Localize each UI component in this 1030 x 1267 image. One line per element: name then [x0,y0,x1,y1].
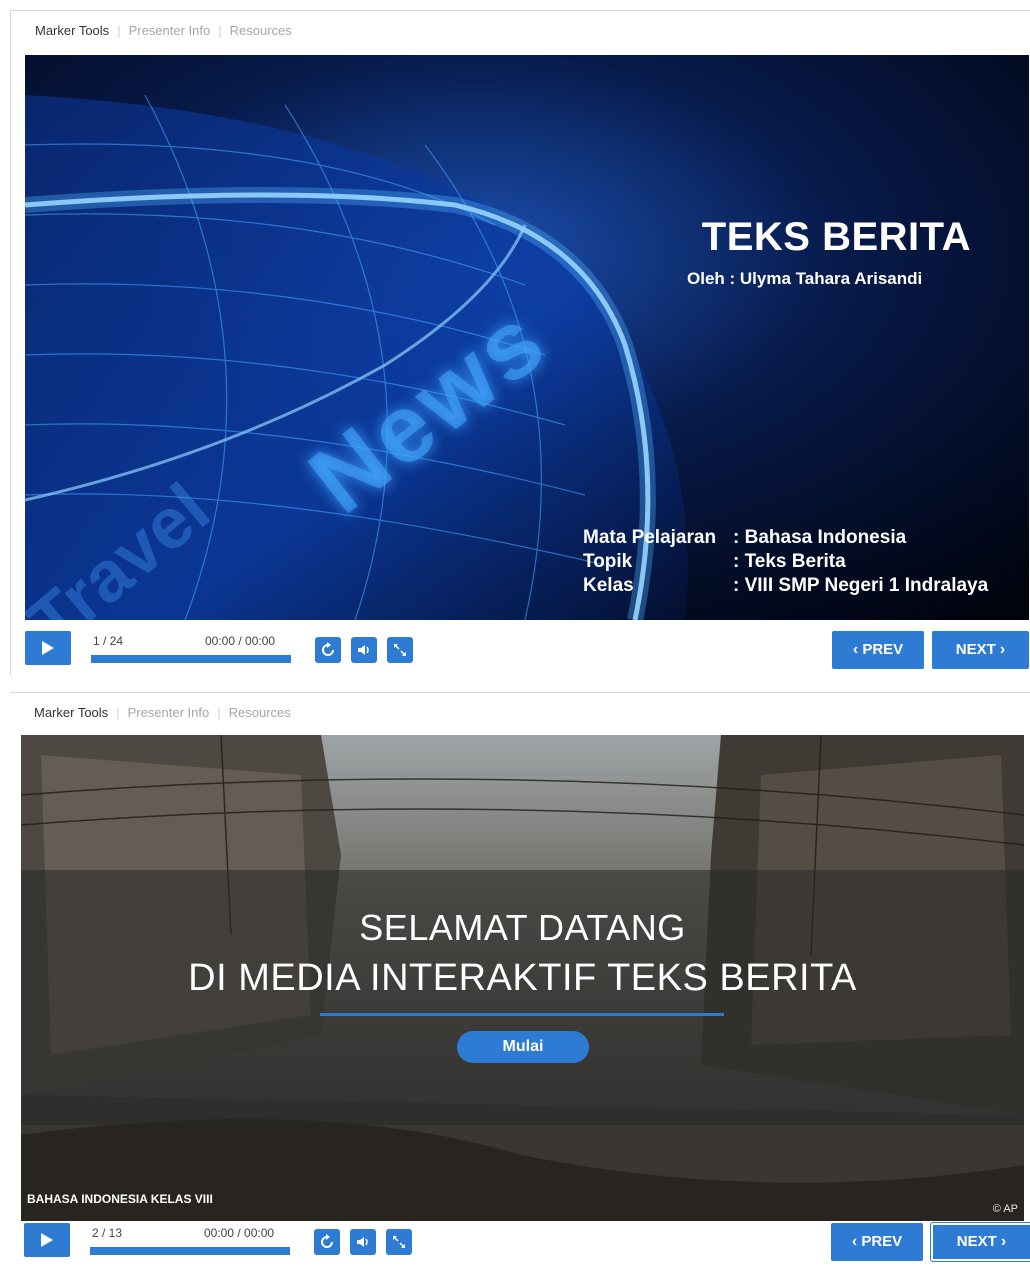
progress-fill [91,655,291,663]
progress-bar[interactable] [91,655,291,663]
next-label: NEXT [956,1233,997,1250]
progress-fill [90,1247,290,1255]
fullscreen-icon [394,644,406,656]
next-label: NEXT [955,641,996,658]
info-row: Topik: Teks Berita [583,551,846,572]
replay-icon [321,1234,333,1248]
replay-icon [322,642,334,656]
chevron-left-icon: ‹ [852,641,859,658]
slide-title: TEKS BERITA [701,215,971,259]
tab-resources[interactable]: Resources [229,705,291,720]
prev-label: PREV [862,641,904,658]
chevron-left-icon: ‹ [851,1233,858,1250]
play-icon [42,641,54,655]
title-divider [320,1013,724,1016]
player-tabs: Marker Tools | Presenter Info | Resources [34,705,291,720]
control-bar: 1 / 24 00:00 / 00:00 ‹ PREV NEXT › [25,631,1029,671]
slide-area: News Travel TEKS BERITA Oleh : Ulyma Tah… [25,55,1029,620]
prev-button[interactable]: ‹ PREV [831,1223,923,1261]
time-display: 00:00 / 00:00 [204,1226,275,1240]
play-icon [41,1233,53,1247]
play-button[interactable] [25,631,71,665]
slide-counter: 2 / 13 [92,1226,123,1240]
photo-credit: © AP [992,1203,1018,1215]
slide-author: Oleh : Ulyma Tahara Arisandi [687,269,923,288]
volume-icon [358,645,369,655]
next-button[interactable]: NEXT › [932,631,1029,669]
fullscreen-button[interactable] [387,637,413,663]
time-display: 00:00 / 00:00 [205,634,276,648]
slide-info: Mata Pelajaran: Bahasa Indonesia Topik: … [583,526,988,598]
control-bar: 2 / 13 00:00 / 00:00 ‹ PREV NEXT › [24,1223,1030,1263]
chevron-right-icon: › [1000,1233,1007,1250]
welcome-line-2: DI MEDIA INTERAKTIF TEKS BERITA [188,957,857,999]
prev-button[interactable]: ‹ PREV [832,631,924,669]
next-button[interactable]: NEXT › [931,1223,1030,1261]
tab-resources[interactable]: Resources [230,23,292,38]
slide-footer: BAHASA INDONESIA KELAS VIII [27,1192,213,1206]
info-row: Mata Pelajaran: Bahasa Indonesia [583,527,907,548]
fullscreen-button[interactable] [386,1229,412,1255]
slide-counter: 1 / 24 [93,634,124,648]
prev-label: PREV [861,1233,903,1250]
tab-marker-tools[interactable]: Marker Tools [34,705,108,720]
replay-button[interactable] [315,637,341,663]
welcome-line-1: SELAMAT DATANG [359,907,686,948]
tab-presenter-info[interactable]: Presenter Info [128,705,210,720]
replay-button[interactable] [314,1229,340,1255]
tab-marker-tools[interactable]: Marker Tools [35,23,109,38]
tab-presenter-info[interactable]: Presenter Info [129,23,211,38]
slide-area: SELAMAT DATANG DI MEDIA INTERAKTIF TEKS … [21,735,1024,1221]
volume-icon [357,1237,368,1247]
player-2: Marker Tools | Presenter Info | Resources [10,692,1030,1267]
start-button[interactable]: Mulai [457,1031,589,1063]
progress-bar[interactable] [90,1247,290,1255]
volume-button[interactable] [351,637,377,663]
volume-button[interactable] [350,1229,376,1255]
play-button[interactable] [24,1223,70,1257]
info-row: Kelas: VIII SMP Negeri 1 Indralaya [583,575,989,596]
fullscreen-icon [393,1236,405,1248]
chevron-right-icon: › [999,641,1006,658]
player-1: Marker Tools | Presenter Info | Resources [10,10,1030,675]
player-tabs: Marker Tools | Presenter Info | Resources [35,23,292,38]
